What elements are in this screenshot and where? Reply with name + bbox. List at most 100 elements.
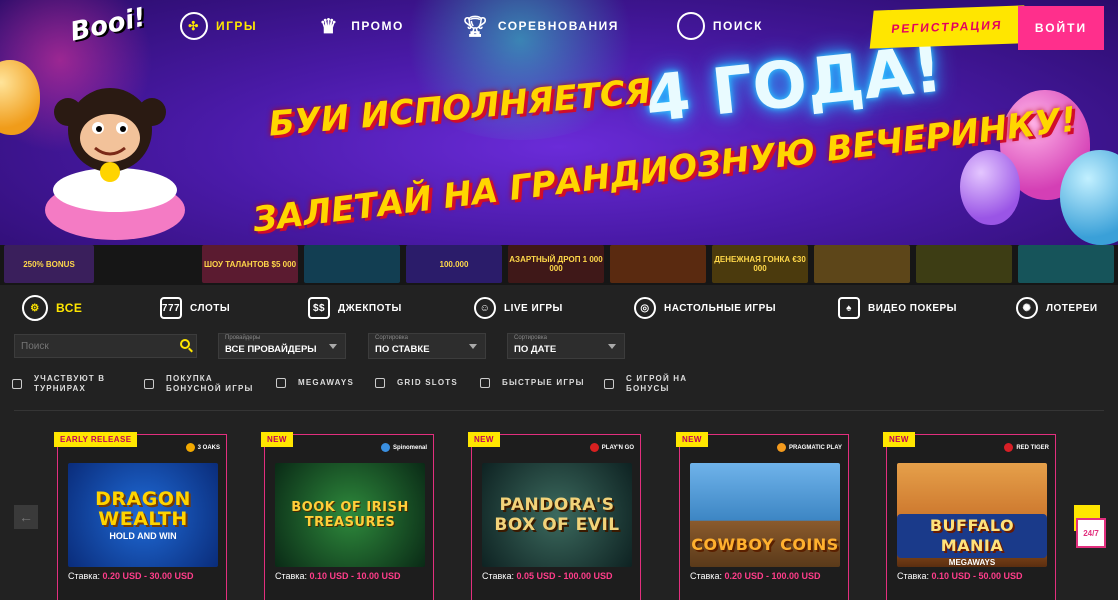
provider-name: PRAGMATIC PLAY	[788, 444, 842, 451]
game-title: PANDORA'S BOX OF EVIL	[494, 495, 620, 535]
sort-date-select[interactable]: Сортировка ПО ДАТЕ	[507, 333, 625, 359]
nav-item-label: ПОИСК	[712, 19, 763, 33]
search-field[interactable]	[14, 334, 197, 358]
game-thumbnail[interactable]: BUFFALO MANIA MEGAWAYS	[897, 463, 1047, 567]
game-card[interactable]: EARLY RELEASE 3 OAKS DRAGON WEALTH HOLD A…	[54, 432, 227, 600]
promo-tile-label: 100.000	[439, 259, 469, 269]
sort-select[interactable]: Сортировка ПО СТАВКЕ	[368, 333, 486, 359]
provider-logo: PRAGMATIC PLAY	[776, 443, 842, 452]
promo-tile-label: 250% BONUS	[23, 259, 75, 269]
checkbox-box[interactable]	[276, 378, 286, 388]
tab-live-games[interactable]: ☺︎ LIVE ИГРЫ	[474, 297, 563, 319]
select-label: Сортировка	[514, 335, 547, 341]
checkbox-label: ПОКУПКА	[166, 374, 213, 383]
checkbox-megaways[interactable]: MEGAWAYS	[276, 378, 354, 388]
checkbox-label: БОНУСЫ	[626, 384, 670, 393]
game-title: DRAGON WEALTH	[95, 488, 191, 530]
game-subtitle: MEGAWAYS	[948, 557, 996, 567]
provider-name: RED TIGER	[1016, 444, 1049, 451]
promo-tile[interactable]: ШОУ ТАЛАНТОВ $5 000	[202, 245, 298, 283]
chevron-down-icon	[469, 344, 477, 349]
provider-name: Spinomenal	[392, 444, 427, 451]
promo-tile[interactable]	[814, 245, 910, 283]
game-thumbnail[interactable]: BOOK OF IRISH TREASURES	[275, 463, 425, 567]
bet-info: Ставка: 0.10 USD - 50.00 USD	[897, 571, 1023, 581]
select-value: ПО СТАВКЕ	[375, 344, 430, 355]
bet-label: Ставка:	[690, 571, 722, 581]
slots-icon: 777	[160, 297, 182, 319]
provider-name: PLAY'N GO	[601, 444, 634, 451]
nav-item-promo[interactable]: ♛ ПРОМО	[315, 12, 404, 40]
promo-tile[interactable]	[1018, 245, 1114, 283]
tab-lotteries[interactable]: ✺ ЛОТЕРЕИ	[1016, 297, 1098, 319]
search-icon[interactable]	[180, 339, 190, 349]
provider-logo: PLAY'N GO	[589, 443, 634, 452]
checkbox-box[interactable]	[144, 379, 154, 389]
login-button[interactable]: ВОЙТИ	[1018, 6, 1104, 50]
checkbox-box[interactable]	[480, 378, 490, 388]
nav-item-label: ПРОМО	[351, 19, 404, 33]
provider-icon	[1004, 443, 1014, 452]
tab-label: ДЖЕКПОТЫ	[338, 302, 402, 314]
bet-range: 0.10 USD - 10.00 USD	[309, 571, 401, 581]
support-chat-button[interactable]: 24/7	[1076, 518, 1106, 548]
game-badge: NEW	[261, 432, 293, 447]
nav-item-tournaments[interactable]: 🏆︎ СОРЕВНОВАНИЯ	[462, 12, 619, 40]
search-input[interactable]	[21, 340, 171, 352]
game-card[interactable]: NEW Spinomenal BOOK OF IRISH TREASURES С…	[261, 432, 434, 600]
top-navigation: ✣ ИГРЫ ♛ ПРОМО 🏆︎ СОРЕВНОВАНИЯ ПОИСК	[180, 10, 821, 42]
checkbox-tournaments[interactable]: УЧАСТВУЮТ В ТУРНИРАХ	[12, 374, 105, 394]
game-thumbnail[interactable]: PANDORA'S BOX OF EVIL	[482, 463, 632, 567]
game-card[interactable]: NEW RED TIGER BUFFALO MANIA MEGAWAYS Став…	[883, 432, 1056, 600]
tab-video-poker[interactable]: ♠︎ ВИДЕО ПОКЕРЫ	[838, 297, 957, 319]
game-thumbnail[interactable]: COWBOY COINS	[690, 463, 840, 567]
promo-tile[interactable]: АЗАРТНЫЙ ДРОП 1 000 000	[508, 245, 604, 283]
game-card[interactable]: NEW PLAY'N GO PANDORA'S BOX OF EVIL Став…	[468, 432, 641, 600]
tab-label: НАСТОЛЬНЫЕ ИГРЫ	[664, 302, 777, 314]
game-thumbnail[interactable]: DRAGON WEALTH HOLD AND WIN	[68, 463, 218, 567]
checkbox-label: БЫСТРЫЕ ИГРЫ	[502, 378, 585, 387]
monkey-mascot-icon	[45, 88, 185, 240]
bet-info: Ставка: 0.20 USD - 100.00 USD	[690, 571, 821, 581]
checkbox-grid-slots[interactable]: GRID SLOTS	[375, 378, 458, 388]
checkbox-box[interactable]	[375, 378, 385, 388]
checkbox-bonus-buy[interactable]: ПОКУПКА БОНУСНОЙ ИГРЫ	[144, 374, 254, 394]
live-dealer-icon: ☺︎	[474, 297, 496, 319]
providers-select[interactable]: Провайдеры ВСЕ ПРОВАЙДЕРЫ	[218, 333, 346, 359]
promo-tile[interactable]	[916, 245, 1012, 283]
bet-range: 0.05 USD - 100.00 USD	[516, 571, 613, 581]
provider-icon	[589, 443, 599, 452]
nav-item-search[interactable]: ПОИСК	[676, 12, 763, 40]
balloon-decoration	[960, 150, 1020, 225]
checkbox-box[interactable]	[12, 379, 22, 389]
bet-info: Ставка: 0.10 USD - 10.00 USD	[275, 571, 401, 581]
carousel-prev-button[interactable]: ←	[14, 505, 38, 529]
promo-tile[interactable]	[304, 245, 400, 283]
select-value: ВСЕ ПРОВАЙДЕРЫ	[225, 344, 317, 355]
tab-label: СЛОТЫ	[190, 302, 231, 314]
checkbox-fast-games[interactable]: БЫСТРЫЕ ИГРЫ	[480, 378, 585, 388]
tab-table-games[interactable]: ◎ НАСТОЛЬНЫЕ ИГРЫ	[634, 297, 776, 319]
bet-info: Ставка: 0.20 USD - 30.00 USD	[68, 571, 194, 581]
register-button[interactable]: РЕГИСТРАЦИЯ	[869, 5, 1025, 49]
checkbox-label: MEGAWAYS	[298, 378, 354, 387]
checkbox-label: GRID SLOTS	[397, 378, 458, 387]
tab-all[interactable]: ⚙︎ ВСЕ	[22, 295, 82, 321]
checkbox-label: УЧАСТВУЮТ В	[34, 374, 106, 383]
promo-tile[interactable]	[610, 245, 706, 283]
chevron-down-icon	[329, 344, 337, 349]
provider-name: 3 OAKS	[197, 444, 220, 451]
select-label: Сортировка	[375, 335, 408, 341]
promo-tile[interactable]: 100.000	[406, 245, 502, 283]
tab-label: ВСЕ	[56, 301, 83, 315]
checkbox-bonus-play[interactable]: С ИГРОЙ НА БОНУСЫ	[604, 374, 687, 394]
game-card[interactable]: NEW PRAGMATIC PLAY COWBOY COINS Ставка: …	[676, 432, 849, 600]
promo-tile[interactable]: 250% BONUS	[4, 245, 94, 283]
nav-item-games[interactable]: ✣ ИГРЫ	[180, 12, 257, 40]
promo-tile[interactable]: ДЕНЕЖНАЯ ГОНКА €30 000	[712, 245, 808, 283]
tab-jackpots[interactable]: $$ ДЖЕКПОТЫ	[308, 297, 402, 319]
tab-slots[interactable]: 777 СЛОТЫ	[160, 297, 230, 319]
game-badge: NEW	[676, 432, 708, 447]
promo-tile-label: АЗАРТНЫЙ ДРОП 1 000 000	[509, 255, 603, 273]
checkbox-box[interactable]	[604, 379, 614, 389]
